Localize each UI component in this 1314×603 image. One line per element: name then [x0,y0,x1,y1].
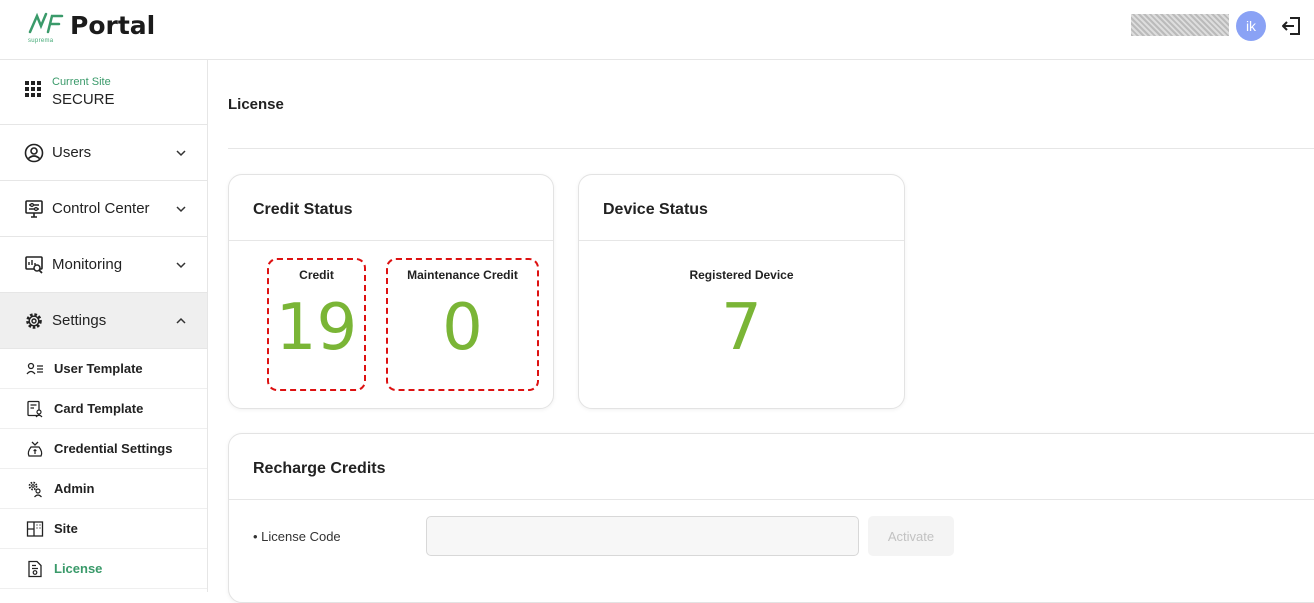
sidebar-subitem-license[interactable]: License [0,549,207,589]
page-title: License [228,96,284,113]
device-status-card: Device Status Registered Device 7 [578,174,905,409]
monitor-settings-icon [25,200,43,218]
suprema-logo-icon: suprema [28,10,68,46]
chevron-down-icon [176,262,186,269]
current-site-name: SECURE [52,91,115,108]
sidebar-subitem-label: Site [54,521,78,536]
divider [579,240,904,241]
sidebar-subitem-label: License [54,561,103,576]
sidebar-subitem-admin[interactable]: Admin [0,469,207,509]
divider [229,499,1314,500]
sidebar-item-label: Monitoring [52,256,123,273]
sidebar-item-label: Settings [52,312,107,329]
chevron-up-icon [176,317,186,324]
registered-device-metric: Registered Device 7 [579,268,904,364]
sidebar-item-label: Control Center [52,200,150,217]
registered-device-value: 7 [721,291,762,365]
site-building-icon [26,521,44,537]
user-list-icon [26,362,43,375]
top-bar: suprema Portal ik [0,0,1314,60]
maintenance-credit-value: 0 [442,291,483,365]
sidebar-subitem-label: Card Template [54,401,144,416]
registered-device-label: Registered Device [689,268,794,282]
sidebar-item-settings[interactable]: Settings [0,293,207,349]
card-title: Device Status [603,201,708,218]
logout-icon[interactable] [1280,14,1304,38]
sidebar-subitem-user-template[interactable]: User Template [0,349,207,389]
sidebar-subitem-site[interactable]: Site [0,509,207,549]
avatar[interactable]: ik [1236,11,1266,41]
sidebar-subitem-card-template[interactable]: Card Template [0,389,207,429]
sidebar-item-label: Users [52,144,92,161]
license-document-icon [28,560,42,578]
current-site-selector[interactable]: Current Site SECURE [0,60,207,125]
divider [229,240,553,241]
chevron-down-icon [176,206,186,213]
activate-button[interactable]: Activate [868,516,954,556]
avatar-initials: ik [1245,18,1257,34]
license-code-label: • License Code [253,529,341,544]
chevron-down-icon [176,150,186,157]
credit-label: Credit [299,268,334,282]
sidebar-subitem-credential-settings[interactable]: Credential Settings [0,429,207,469]
sidebar-item-users[interactable]: Users [0,125,207,181]
sidebar-item-monitoring[interactable]: Monitoring [0,237,207,293]
license-code-input[interactable] [426,516,859,556]
main-content: License Credit Status Credit 19 Maintena… [209,60,1314,603]
app-name: Portal [70,11,156,40]
card-title: Recharge Credits [253,460,386,477]
maintenance-credit-metric: Maintenance Credit 0 [388,268,537,364]
credential-bag-icon [27,441,43,457]
admin-gear-user-icon [28,481,42,498]
user-circle-icon [24,143,44,163]
current-site-label: Current Site [52,76,111,88]
user-name-redacted [1131,14,1229,36]
card-template-icon [27,400,43,418]
credit-status-card: Credit Status Credit 19 Maintenance Cred… [228,174,554,409]
sidebar-item-control-center[interactable]: Control Center [0,181,207,237]
recharge-credits-card: Recharge Credits • License Code Activate [228,433,1314,603]
card-title: Credit Status [253,201,353,218]
brand-subtext: suprema [28,38,54,44]
sidebar-subitem-label: User Template [54,361,143,376]
credit-value: 19 [275,291,358,365]
sidebar-subitem-label: Admin [54,481,95,496]
sidebar-subitem-label: Credential Settings [54,441,173,456]
gear-icon [26,313,42,329]
monitoring-icon [25,256,43,274]
credit-metric: Credit 19 [269,268,364,364]
grid-icon [25,81,41,97]
portal-logo[interactable]: suprema Portal [28,10,155,46]
maintenance-credit-label: Maintenance Credit [407,268,518,282]
sidebar: Current Site SECURE Users Control Center [0,60,208,592]
divider [228,148,1314,149]
